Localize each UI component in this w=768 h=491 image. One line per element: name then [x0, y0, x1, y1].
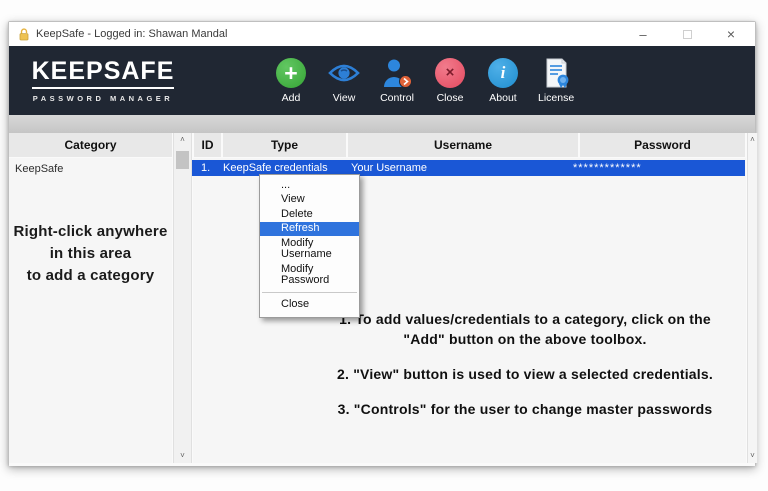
maximize-button[interactable]	[665, 22, 709, 46]
menu-item-modify-username[interactable]: Modify Username	[260, 236, 359, 262]
row-password: *************	[573, 161, 642, 174]
toolbar-buttons: + Add View Control × Close i About Licen…	[273, 57, 574, 104]
menu-item-delete[interactable]: Delete	[260, 207, 359, 222]
minimize-button[interactable]: –	[621, 22, 665, 46]
close-window-button[interactable]: ×	[709, 22, 753, 46]
menu-item-ellipsis[interactable]: ...	[260, 178, 359, 193]
x-circle-icon: ×	[435, 57, 465, 88]
view-button[interactable]: View	[326, 58, 362, 104]
scroll-down-icon[interactable]: ˅	[750, 449, 755, 463]
close-credentials-button[interactable]: × Close	[432, 57, 468, 104]
info-circle-icon: i	[488, 57, 518, 88]
header-category[interactable]: Category	[9, 133, 172, 157]
keepsafe-window: KeepSafe - Logged in: Shawan Mandal – × …	[8, 21, 758, 466]
header-id[interactable]: ID	[194, 133, 221, 157]
padlock-icon	[19, 27, 29, 40]
control-button[interactable]: Control	[379, 58, 415, 104]
main-toolbar: KEEPSAFE PASSWORD MANAGER + Add View Con…	[9, 46, 755, 115]
plus-circle-icon: +	[276, 57, 306, 88]
menu-separator	[262, 292, 357, 293]
menu-item-close[interactable]: Close	[260, 296, 359, 315]
certificate-icon	[546, 58, 569, 88]
instructions-block: 1. To add values/credentials to a catego…	[301, 310, 749, 435]
scroll-down-icon[interactable]: ˅	[180, 449, 185, 463]
scroll-up-icon[interactable]: ˄	[750, 133, 755, 147]
category-item-keepsafe[interactable]: KeepSafe	[9, 158, 172, 175]
scrollbar-thumb[interactable]	[176, 151, 189, 169]
title-bar: KeepSafe - Logged in: Shawan Mandal – ×	[9, 22, 755, 46]
menu-item-modify-password[interactable]: Modify Password	[260, 262, 359, 288]
about-button[interactable]: i About	[485, 57, 521, 104]
menu-item-refresh[interactable]: Refresh	[260, 221, 359, 236]
instruction-1: 1. To add values/credentials to a catego…	[339, 311, 711, 347]
window-title: KeepSafe - Logged in: Shawan Mandal	[36, 28, 228, 40]
logo-title: KEEPSAFE	[31, 58, 175, 89]
row-username: Your Username	[351, 161, 428, 174]
menu-item-view[interactable]: View	[260, 193, 359, 208]
license-button[interactable]: License	[538, 58, 574, 104]
context-menu: ... View Delete Refresh Modify Username …	[259, 174, 360, 318]
logo-tagline: PASSWORD MANAGER	[32, 93, 174, 103]
user-settings-icon	[384, 59, 412, 88]
instruction-3: 3. "Controls" for the user to change mas…	[337, 400, 713, 417]
row-type: KeepSafe credentials	[223, 161, 328, 174]
header-username[interactable]: Username	[348, 133, 578, 157]
scroll-up-icon[interactable]: ˄	[180, 133, 185, 147]
add-button[interactable]: + Add	[273, 57, 309, 104]
window-controls: – ×	[621, 22, 755, 46]
eye-icon	[328, 64, 360, 81]
category-hint-text: Right-click anywhere in this area to add…	[13, 223, 168, 284]
toolbar-divider-band	[9, 115, 755, 133]
instruction-2: 2. "View" button is used to view a selec…	[337, 365, 713, 382]
app-logo: KEEPSAFE PASSWORD MANAGER	[29, 58, 177, 103]
category-panel[interactable]: KeepSafe Right-click anywhere in this ar…	[9, 158, 172, 463]
header-type[interactable]: Type	[223, 133, 346, 157]
row-id: 1.	[201, 161, 211, 174]
header-password[interactable]: Password	[580, 133, 745, 157]
maximize-icon	[682, 29, 692, 39]
category-scrollbar[interactable]: ˄ ˅	[173, 133, 192, 463]
